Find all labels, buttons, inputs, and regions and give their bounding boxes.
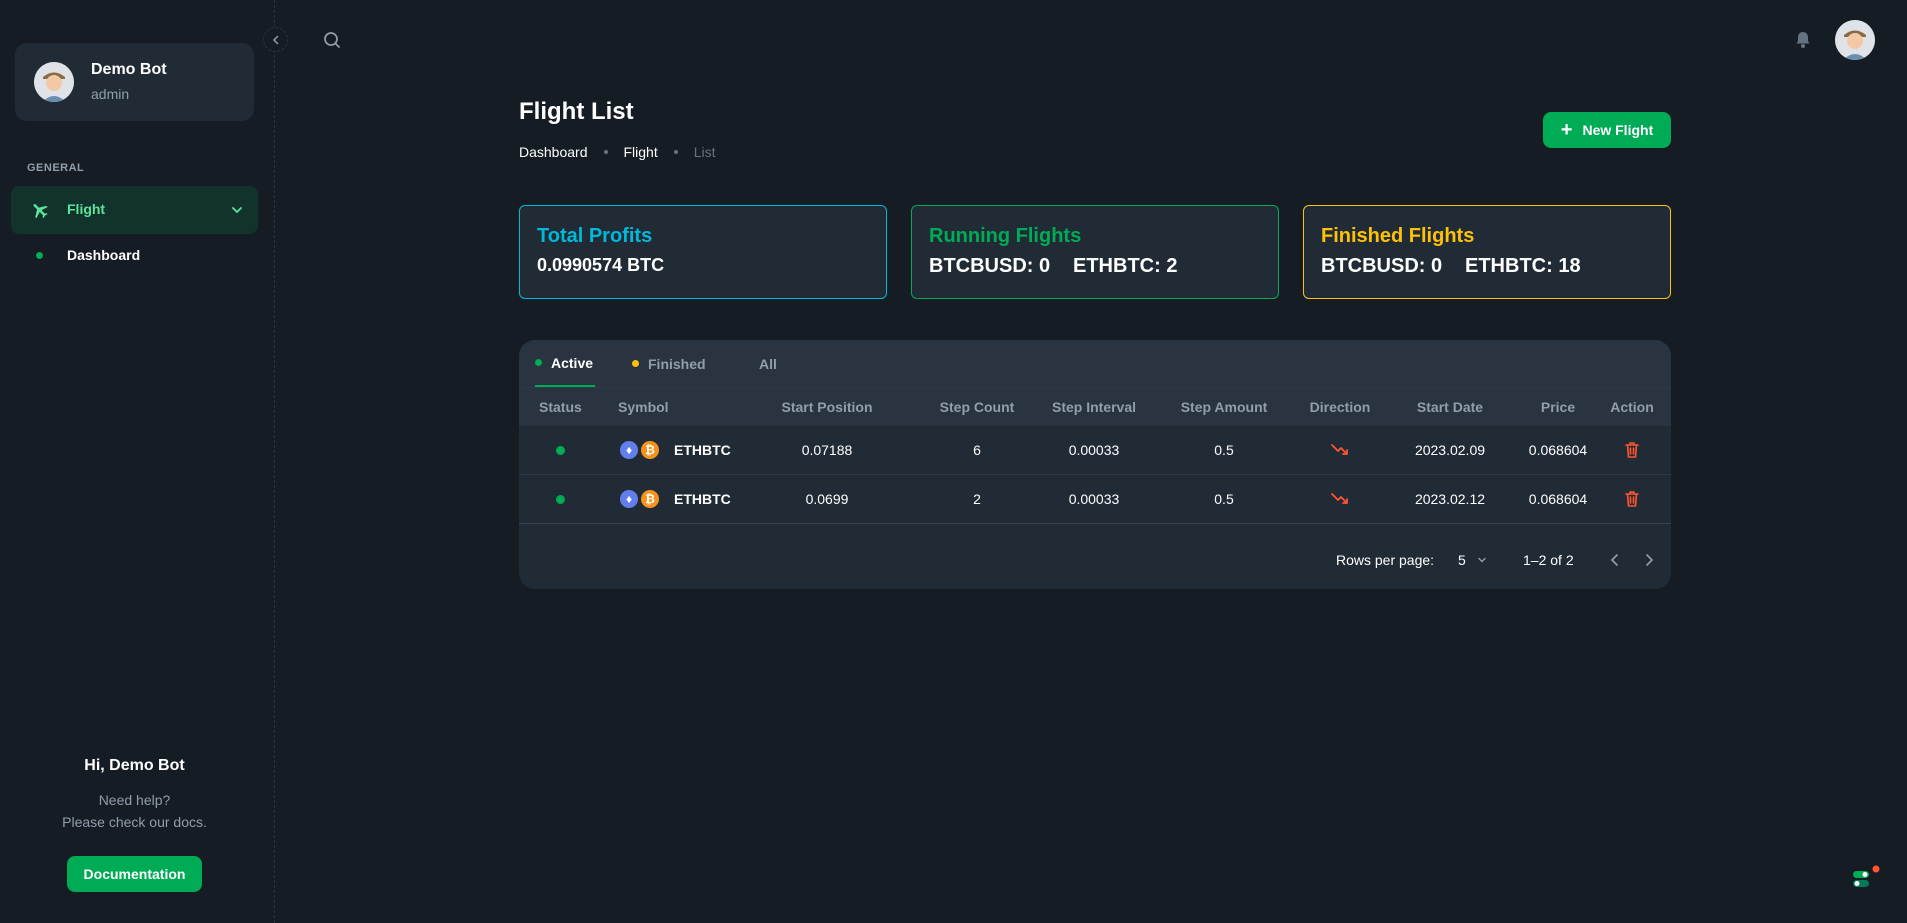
search-button[interactable] [322,30,346,54]
previous-page-button[interactable] [1605,550,1625,573]
chevron-down-icon [229,202,245,218]
step-amount-cell: 0.5 [1214,442,1234,458]
chevron-left-icon [272,35,278,44]
trash-icon[interactable] [1622,489,1642,509]
tab-label: Active [551,354,594,371]
card-title: Total Profits [537,225,653,247]
tab-all[interactable]: All [759,340,777,387]
running-flights-card: Running Flights BTCBUSD: 0 ETHBTC: 2 [911,205,1279,299]
next-page-button[interactable] [1639,550,1659,573]
rows-per-page-select[interactable]: 5 [1458,552,1488,568]
avatar [34,62,74,102]
toggle-settings-icon [1853,865,1880,887]
user-name: Demo Bot [91,61,167,78]
card-value: ETHBTC: 2 [1073,255,1178,277]
chevron-left-icon [1610,554,1618,566]
table-row[interactable]: ♦ ₿ ETHBTC 0.07188 6 0.00033 0.5 2023.02… [519,426,1671,475]
column-header[interactable]: Step Interval [1024,388,1164,426]
sidebar-item-label: Dashboard [67,247,141,263]
card-value: BTCBUSD: 0 [929,255,1051,277]
column-header[interactable]: Symbol [618,388,669,426]
finished-flights-card: Finished Flights BTCBUSD: 0 ETHBTC: 18 [1303,205,1671,299]
ethereum-icon: ♦ [618,439,640,461]
start-position-cell: 0.07188 [801,442,853,458]
table-row[interactable]: ♦ ₿ ETHBTC 0.0699 2 0.00033 0.5 2023.02.… [519,475,1671,524]
tab-label: All [759,355,777,372]
ethereum-icon: ♦ [618,488,640,510]
nav-section-header: GENERAL [27,162,85,174]
help-text: Need help? Please check our docs. [0,789,269,833]
sidebar-item-label: Flight [67,201,106,217]
tab-finished[interactable]: Finished [632,340,706,387]
notifications-button[interactable] [1793,30,1813,50]
trash-icon[interactable] [1622,440,1642,460]
chevron-down-icon [1478,557,1486,563]
help-line: Please check our docs. [62,814,207,830]
price-cell: 0.068604 [1528,491,1588,507]
bitcoin-icon: ₿ [639,488,661,510]
column-header[interactable]: Status [539,388,582,426]
airplane-icon [30,200,50,220]
column-header[interactable]: Action [1602,388,1662,426]
status-active-icon [556,495,565,504]
help-line: Need help? [98,792,171,808]
trending-down-icon [1330,440,1350,460]
search-icon [324,32,340,48]
rows-per-page-label: Rows per page: [1336,552,1435,568]
breadcrumb-separator [603,150,608,154]
breadcrumb-current: List [693,144,716,160]
start-position-cell: 0.0699 [805,491,849,507]
user-card[interactable]: Demo Bot admin [15,43,254,121]
finished-dot-icon [632,360,639,367]
page-title: Flight List [519,98,634,125]
flights-table-card: Active Finished All Status Symbol Start … [519,340,1671,589]
column-header[interactable]: Start Position [715,388,939,426]
breadcrumb-link-flight[interactable]: Flight [624,144,658,160]
total-profits-card: Total Profits 0.0990574 BTC [519,205,887,299]
sidebar: Demo Bot admin GENERAL Flight Dashboard … [0,0,275,923]
bell-icon [1796,32,1810,48]
help-title: Hi, Demo Bot [84,757,185,774]
rows-per-page-value: 5 [1458,552,1466,568]
card-value: ETHBTC: 18 [1465,255,1581,277]
symbol-cell: ETHBTC [674,442,731,458]
status-tabs: Active Finished All [519,340,1671,388]
symbol-cell: ETHBTC [674,491,731,507]
pagination-range: 1–2 of 2 [1523,552,1574,568]
tab-label: Finished [648,355,706,372]
trending-down-icon [1330,489,1350,509]
chevron-right-icon [1646,554,1654,566]
active-dot-icon [535,359,542,366]
new-flight-button[interactable]: + New Flight [1543,112,1671,148]
step-amount-cell: 0.5 [1214,491,1234,507]
new-flight-label: New Flight [1582,122,1654,138]
card-title: Finished Flights [1321,225,1475,247]
tab-active[interactable]: Active [535,340,596,387]
table-divider [519,523,1671,524]
table-header: Status Symbol Start Position Step Count … [519,388,1671,426]
settings-fab-button[interactable] [1843,858,1883,898]
breadcrumb-link-dashboard[interactable]: Dashboard [519,144,588,160]
plus-icon: + [1560,119,1573,141]
step-interval-cell: 0.00033 [1068,491,1120,507]
card-title: Running Flights [929,225,1082,247]
sidebar-item-flight[interactable]: Flight [11,186,258,234]
breadcrumb-separator [673,150,678,154]
price-cell: 0.068604 [1528,442,1588,458]
documentation-button[interactable]: Documentation [67,856,202,892]
bitcoin-icon: ₿ [639,439,661,461]
card-value: 0.0990574 BTC [537,255,665,275]
card-value: BTCBUSD: 0 [1321,255,1443,277]
collapse-sidebar-button[interactable] [263,27,288,52]
account-avatar[interactable] [1835,20,1875,60]
breadcrumb: Dashboard Flight List [519,143,716,161]
user-role: admin [91,86,130,102]
status-active-icon [556,446,565,455]
step-interval-cell: 0.00033 [1068,442,1120,458]
sidebar-item-dashboard[interactable]: Dashboard [11,243,258,269]
active-dot-icon [36,252,43,259]
